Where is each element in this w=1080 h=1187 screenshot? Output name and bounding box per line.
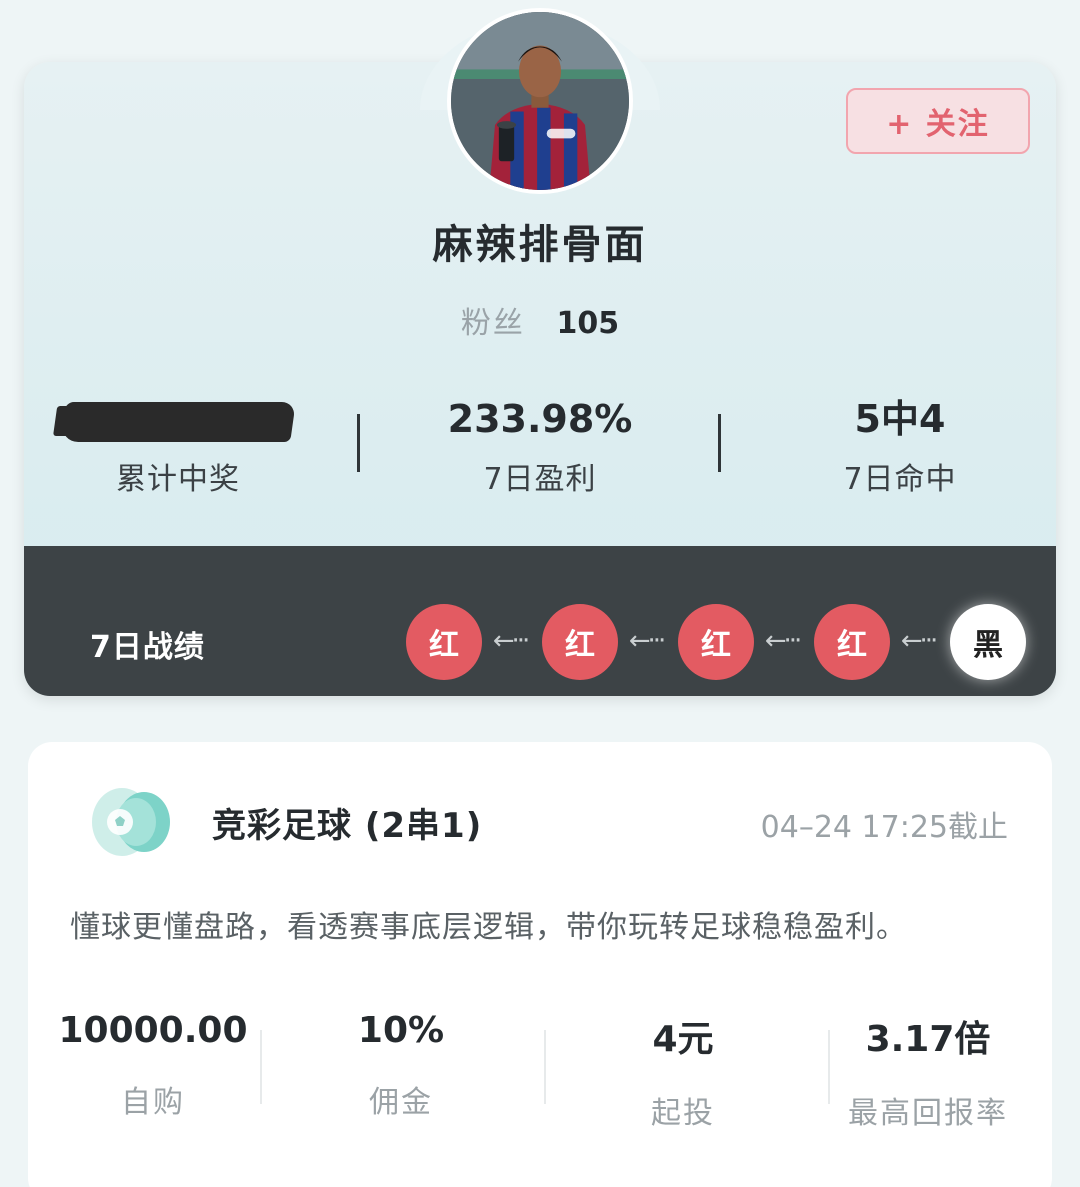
fans-row: 粉丝 105 xyxy=(0,298,1080,342)
stat-7day-profit-value: 233.98% xyxy=(447,397,633,441)
result-badge: 红 xyxy=(542,604,618,680)
arrow-left-icon: ←··· xyxy=(492,626,531,656)
metric-divider xyxy=(544,1030,546,1104)
stat-7day-hits-label: 7日命中 xyxy=(843,462,957,497)
stat-7day-profit: 233.98% 7日盈利 xyxy=(390,396,690,498)
plan-description: 懂球更懂盘路，看透赛事底层逻辑，带你玩转足球稳稳盈利。 xyxy=(70,910,907,945)
avatar[interactable] xyxy=(447,8,633,194)
metric-value: 10% xyxy=(357,1010,445,1051)
result-badge: 红 xyxy=(814,604,890,680)
deadline: 04–24 17:25截止 xyxy=(760,810,1008,845)
stat-divider xyxy=(357,414,360,472)
stat-total-winnings: 累计中奖 xyxy=(28,396,328,498)
metric-label: 最高回报率 xyxy=(848,1096,1008,1131)
stat-total-winnings-label: 累计中奖 xyxy=(116,462,240,497)
follow-button[interactable]: + 关注 xyxy=(846,88,1030,154)
arrow-left-icon: ←··· xyxy=(900,626,939,656)
plan-title: 竞彩足球 (2串1) xyxy=(212,806,483,846)
metric-divider xyxy=(260,1030,262,1104)
stat-7day-profit-label: 7日盈利 xyxy=(483,462,597,497)
metric-value: 4元 xyxy=(652,1019,714,1060)
metric-value: 10000.00 xyxy=(58,1010,248,1051)
stat-7day-hits-value: 5中4 xyxy=(854,397,946,441)
record-bar: 7日战绩 红 ←··· 红 ←··· 红 ←··· 红 ←··· 黑 xyxy=(24,546,1056,696)
soccer-ball-icon xyxy=(92,788,170,856)
metric-label: 佣金 xyxy=(369,1085,433,1120)
arrow-left-icon: ←··· xyxy=(628,626,667,656)
metric-value: 3.17倍 xyxy=(865,1019,991,1060)
metric-label: 自购 xyxy=(121,1085,185,1120)
player-avatar-image xyxy=(451,12,629,190)
result-badge: 红 xyxy=(678,604,754,680)
stat-7day-hits: 5中4 7日命中 xyxy=(750,396,1050,498)
stat-total-winnings-value xyxy=(28,396,328,448)
user-name: 麻辣排骨面 xyxy=(432,222,648,268)
plan-card[interactable]: 竞彩足球 (2串1) 04–24 17:25截止 懂球更懂盘路，看透赛事底层逻辑… xyxy=(28,742,1052,1187)
arrow-left-icon: ←··· xyxy=(764,626,803,656)
record-label: 7日战绩 xyxy=(90,630,205,665)
metric-self-purchase: 10000.00 自购 xyxy=(28,1010,278,1121)
metric-label: 起投 xyxy=(651,1096,715,1131)
result-badge: 黑 xyxy=(950,604,1026,680)
fans-label: 粉丝 xyxy=(460,306,525,341)
metric-min-bet: 4元 起投 xyxy=(558,1010,808,1132)
stat-divider xyxy=(718,414,721,472)
redaction-mark xyxy=(60,402,296,442)
result-badge: 红 xyxy=(406,604,482,680)
metric-max-return: 3.17倍 最高回报率 xyxy=(803,1010,1053,1132)
metric-commission: 10% 佣金 xyxy=(276,1010,526,1121)
fans-count: 105 xyxy=(556,306,620,341)
